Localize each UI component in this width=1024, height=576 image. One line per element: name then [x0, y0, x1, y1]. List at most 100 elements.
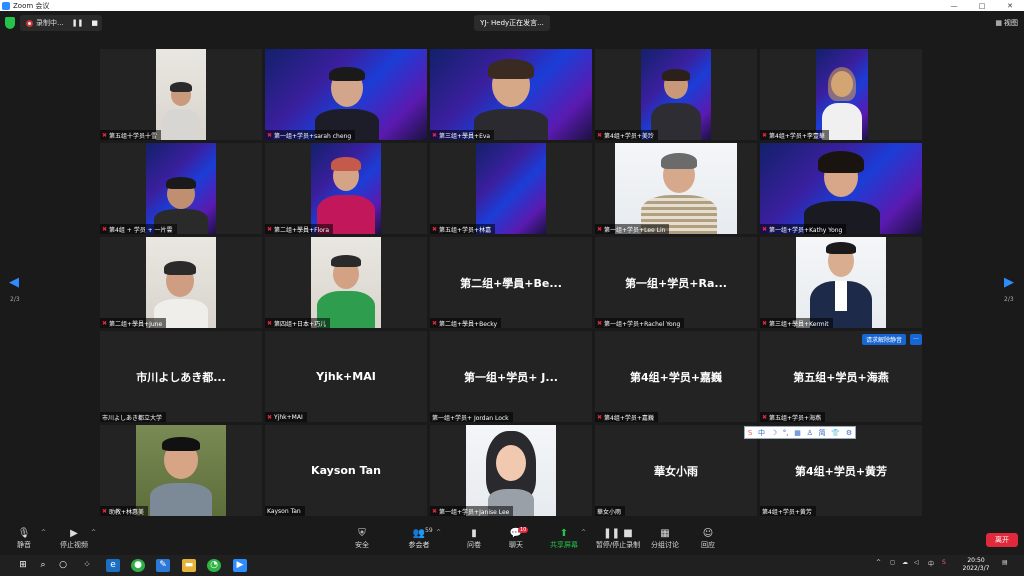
tray-arrow-icon[interactable]: ^	[876, 559, 881, 566]
maximize-button[interactable]: □	[968, 2, 996, 10]
reactions-button[interactable]: ☺ 回应	[684, 527, 732, 550]
system-clock[interactable]: 20:50 2022/3/7	[958, 557, 994, 573]
windows-start-icon[interactable]: ⊞	[16, 559, 30, 572]
participant-tile[interactable]: ✖ 第五组十学员十雪	[100, 49, 262, 140]
zoom-taskbar-icon[interactable]: ▶	[233, 559, 247, 572]
next-page-arrow-icon[interactable]: ▶	[1003, 276, 1015, 290]
security-button[interactable]: ⛨ 安全	[338, 527, 386, 550]
record-button[interactable]: ❚❚ ■ 暂停/停止录制	[592, 527, 644, 550]
windows-taskbar: ⊞ ⌕ ○ ⁘ e ● ✎ ▬ ◔ ▶ ^ ◻ ☁ ◁ 中 S 20:50 20…	[0, 555, 1024, 576]
ime-item[interactable]: ▦	[794, 429, 801, 437]
participant-tile[interactable]: Kayson Tan Kayson Tan	[265, 425, 427, 516]
participant-tile[interactable]: 第一组+学员+Ra... ✖ 第一组+学员+Rachel Yong	[595, 237, 757, 328]
participant-video	[615, 143, 737, 234]
chevron-up-icon[interactable]: ^	[581, 529, 586, 536]
ime-item[interactable]: ☽	[771, 429, 777, 437]
ime-item[interactable]: 中	[758, 428, 765, 438]
pause-recording-button[interactable]: ❚❚	[72, 19, 84, 27]
participant-tile[interactable]: ✖ 第四组+日本+巧儿	[265, 237, 427, 328]
ime-item[interactable]: ♙	[807, 429, 813, 437]
participant-name-label: ✖ 第二组+學員+June	[100, 318, 167, 328]
minimize-button[interactable]: —	[940, 2, 968, 10]
stop-video-button[interactable]: ▶ 停止视频 ^	[50, 527, 98, 550]
green-app-icon[interactable]: ●	[131, 559, 145, 572]
reactions-label: 回应	[701, 541, 715, 549]
request-unmute-button[interactable]: 请求解除静音	[862, 334, 907, 345]
breakout-rooms-button[interactable]: ▦ 分组讨论	[641, 527, 689, 550]
participant-video	[796, 237, 886, 328]
participant-tile[interactable]: ✖ 第4组 + 学员 + 一片雲	[100, 143, 262, 234]
participant-tile[interactable]: ✖ 第4组+学员+美玲	[595, 49, 757, 140]
edge-browser-icon[interactable]: e	[106, 559, 120, 572]
cloud-icon[interactable]: ☁	[902, 559, 908, 566]
participant-tile[interactable]: ✖ 第二组+學員+Flora	[265, 143, 427, 234]
participant-name-label: 第一组+学员+ Jordan Lock	[430, 412, 513, 422]
participant-name-label: ✖ 第五组+学员+林嘉	[430, 224, 496, 234]
participant-tile[interactable]: ✖ 第一组+学员+Lee Lin	[595, 143, 757, 234]
share-screen-button[interactable]: ⬆ 共享屏幕 ^	[540, 527, 588, 550]
task-view-icon[interactable]: ○	[56, 559, 70, 572]
muted-mic-icon: ✖	[267, 225, 273, 233]
muted-mic-icon: ✖	[432, 225, 438, 233]
participant-name-label: ✖ 第4组+学员+李壹華	[760, 130, 829, 140]
ime-toolbar[interactable]: S 中 ☽ °, ▦ ♙ 简 👕 ⚙	[744, 426, 856, 439]
participant-tile[interactable]: ✖ 第一组+学员+Kathy Yong	[760, 143, 922, 234]
participant-tile[interactable]: 市川よしあき都... 市川よしあき都立大学	[100, 331, 262, 422]
ime-item[interactable]: 👕	[831, 429, 840, 437]
security-shield-icon[interactable]	[5, 17, 15, 29]
chevron-up-icon[interactable]: ^	[41, 529, 46, 536]
file-explorer-icon[interactable]: ▬	[182, 559, 196, 572]
ime-mode[interactable]: S	[942, 559, 946, 566]
stop-recording-button[interactable]: ■	[91, 19, 98, 27]
mute-button[interactable]: 🎙 静音 ^	[0, 527, 48, 550]
window-title-bar: Zoom 会议 — □ ✕	[0, 0, 1024, 11]
participant-tile[interactable]: 第一组+学员+ J... 第一组+学员+ Jordan Lock	[430, 331, 592, 422]
more-options-button[interactable]: ···	[910, 334, 922, 345]
wechat-icon[interactable]: ◔	[207, 559, 221, 572]
participant-tile[interactable]: ✖ 第五组+学员+林嘉	[430, 143, 592, 234]
leave-button[interactable]: 离开	[986, 533, 1018, 547]
participant-tile[interactable]: Yjhk+MAI ✖ Yjhk+MAI	[265, 331, 427, 422]
muted-mic-icon: ✖	[267, 131, 273, 139]
participants-count: 59	[425, 527, 433, 534]
muted-mic-icon: ✖	[597, 319, 603, 327]
widgets-icon[interactable]: ⁘	[80, 559, 94, 572]
previous-page-arrow-icon[interactable]: ◀	[8, 276, 20, 290]
polls-label: 问卷	[467, 541, 481, 549]
participant-tile[interactable]: 第4组+学员+嘉巍 ✖ 第4组+学员+嘉巍	[595, 331, 757, 422]
participant-tile[interactable]: 華女小雨 華女小雨	[595, 425, 757, 516]
clock-date: 2022/3/7	[962, 565, 990, 572]
ime-language[interactable]: 中	[928, 559, 934, 568]
ime-item[interactable]: ⚙	[846, 429, 852, 437]
close-button[interactable]: ✕	[996, 2, 1024, 10]
network-icon[interactable]: ◻	[890, 559, 895, 566]
volume-icon[interactable]: ◁	[914, 559, 919, 566]
ime-item[interactable]: °,	[783, 429, 789, 437]
meeting-toolbar: 🎙 静音 ^ ▶ 停止视频 ^ ⛨ 安全 👥 59 参会者 ^ ▮ 问卷 💬 1…	[0, 524, 1024, 555]
chevron-up-icon[interactable]: ^	[436, 529, 441, 536]
participant-tile[interactable]: 第二组+學員+Be... ✖ 第二组+學員+Becky	[430, 237, 592, 328]
participant-video	[311, 237, 381, 328]
participant-tile[interactable]: ✖ 第三组+學員+Kermit	[760, 237, 922, 328]
participant-name-label: ✖ 第五组十学员十雪	[100, 130, 162, 140]
participant-tile[interactable]: ✖ 第二组+學員+June	[100, 237, 262, 328]
smiley-icon: ☺	[702, 528, 714, 539]
participant-tile[interactable]: ✖ 第一组+学员+sarah cheng	[265, 49, 427, 140]
participant-tile[interactable]: ✖ 第三组+學員+Eva	[430, 49, 592, 140]
muted-mic-icon: ✖	[432, 319, 438, 327]
page-indicator-right: 2/3	[1004, 296, 1014, 303]
participant-tile[interactable]: ✖ 第一组+学员+Janise Lee	[430, 425, 592, 516]
feishu-app-icon[interactable]: ✎	[156, 559, 170, 572]
chevron-up-icon[interactable]: ^	[91, 529, 96, 536]
participants-button[interactable]: 👥 59 参会者 ^	[395, 527, 443, 550]
muted-mic-icon: ✖	[597, 131, 603, 139]
participant-tile[interactable]: ✖ 助教+林惠美	[100, 425, 262, 516]
search-icon[interactable]: ⌕	[36, 559, 50, 572]
participant-tile[interactable]: ✖ 第4组+学员+李壹華	[760, 49, 922, 140]
chat-button[interactable]: 💬 10 聊天	[492, 527, 540, 550]
notification-icon[interactable]: ▤	[1002, 559, 1008, 566]
polls-button[interactable]: ▮ 问卷	[450, 527, 498, 550]
participant-video	[156, 49, 206, 140]
view-button[interactable]: ▦ 视图	[995, 16, 1018, 30]
ime-item[interactable]: 简	[819, 428, 826, 438]
